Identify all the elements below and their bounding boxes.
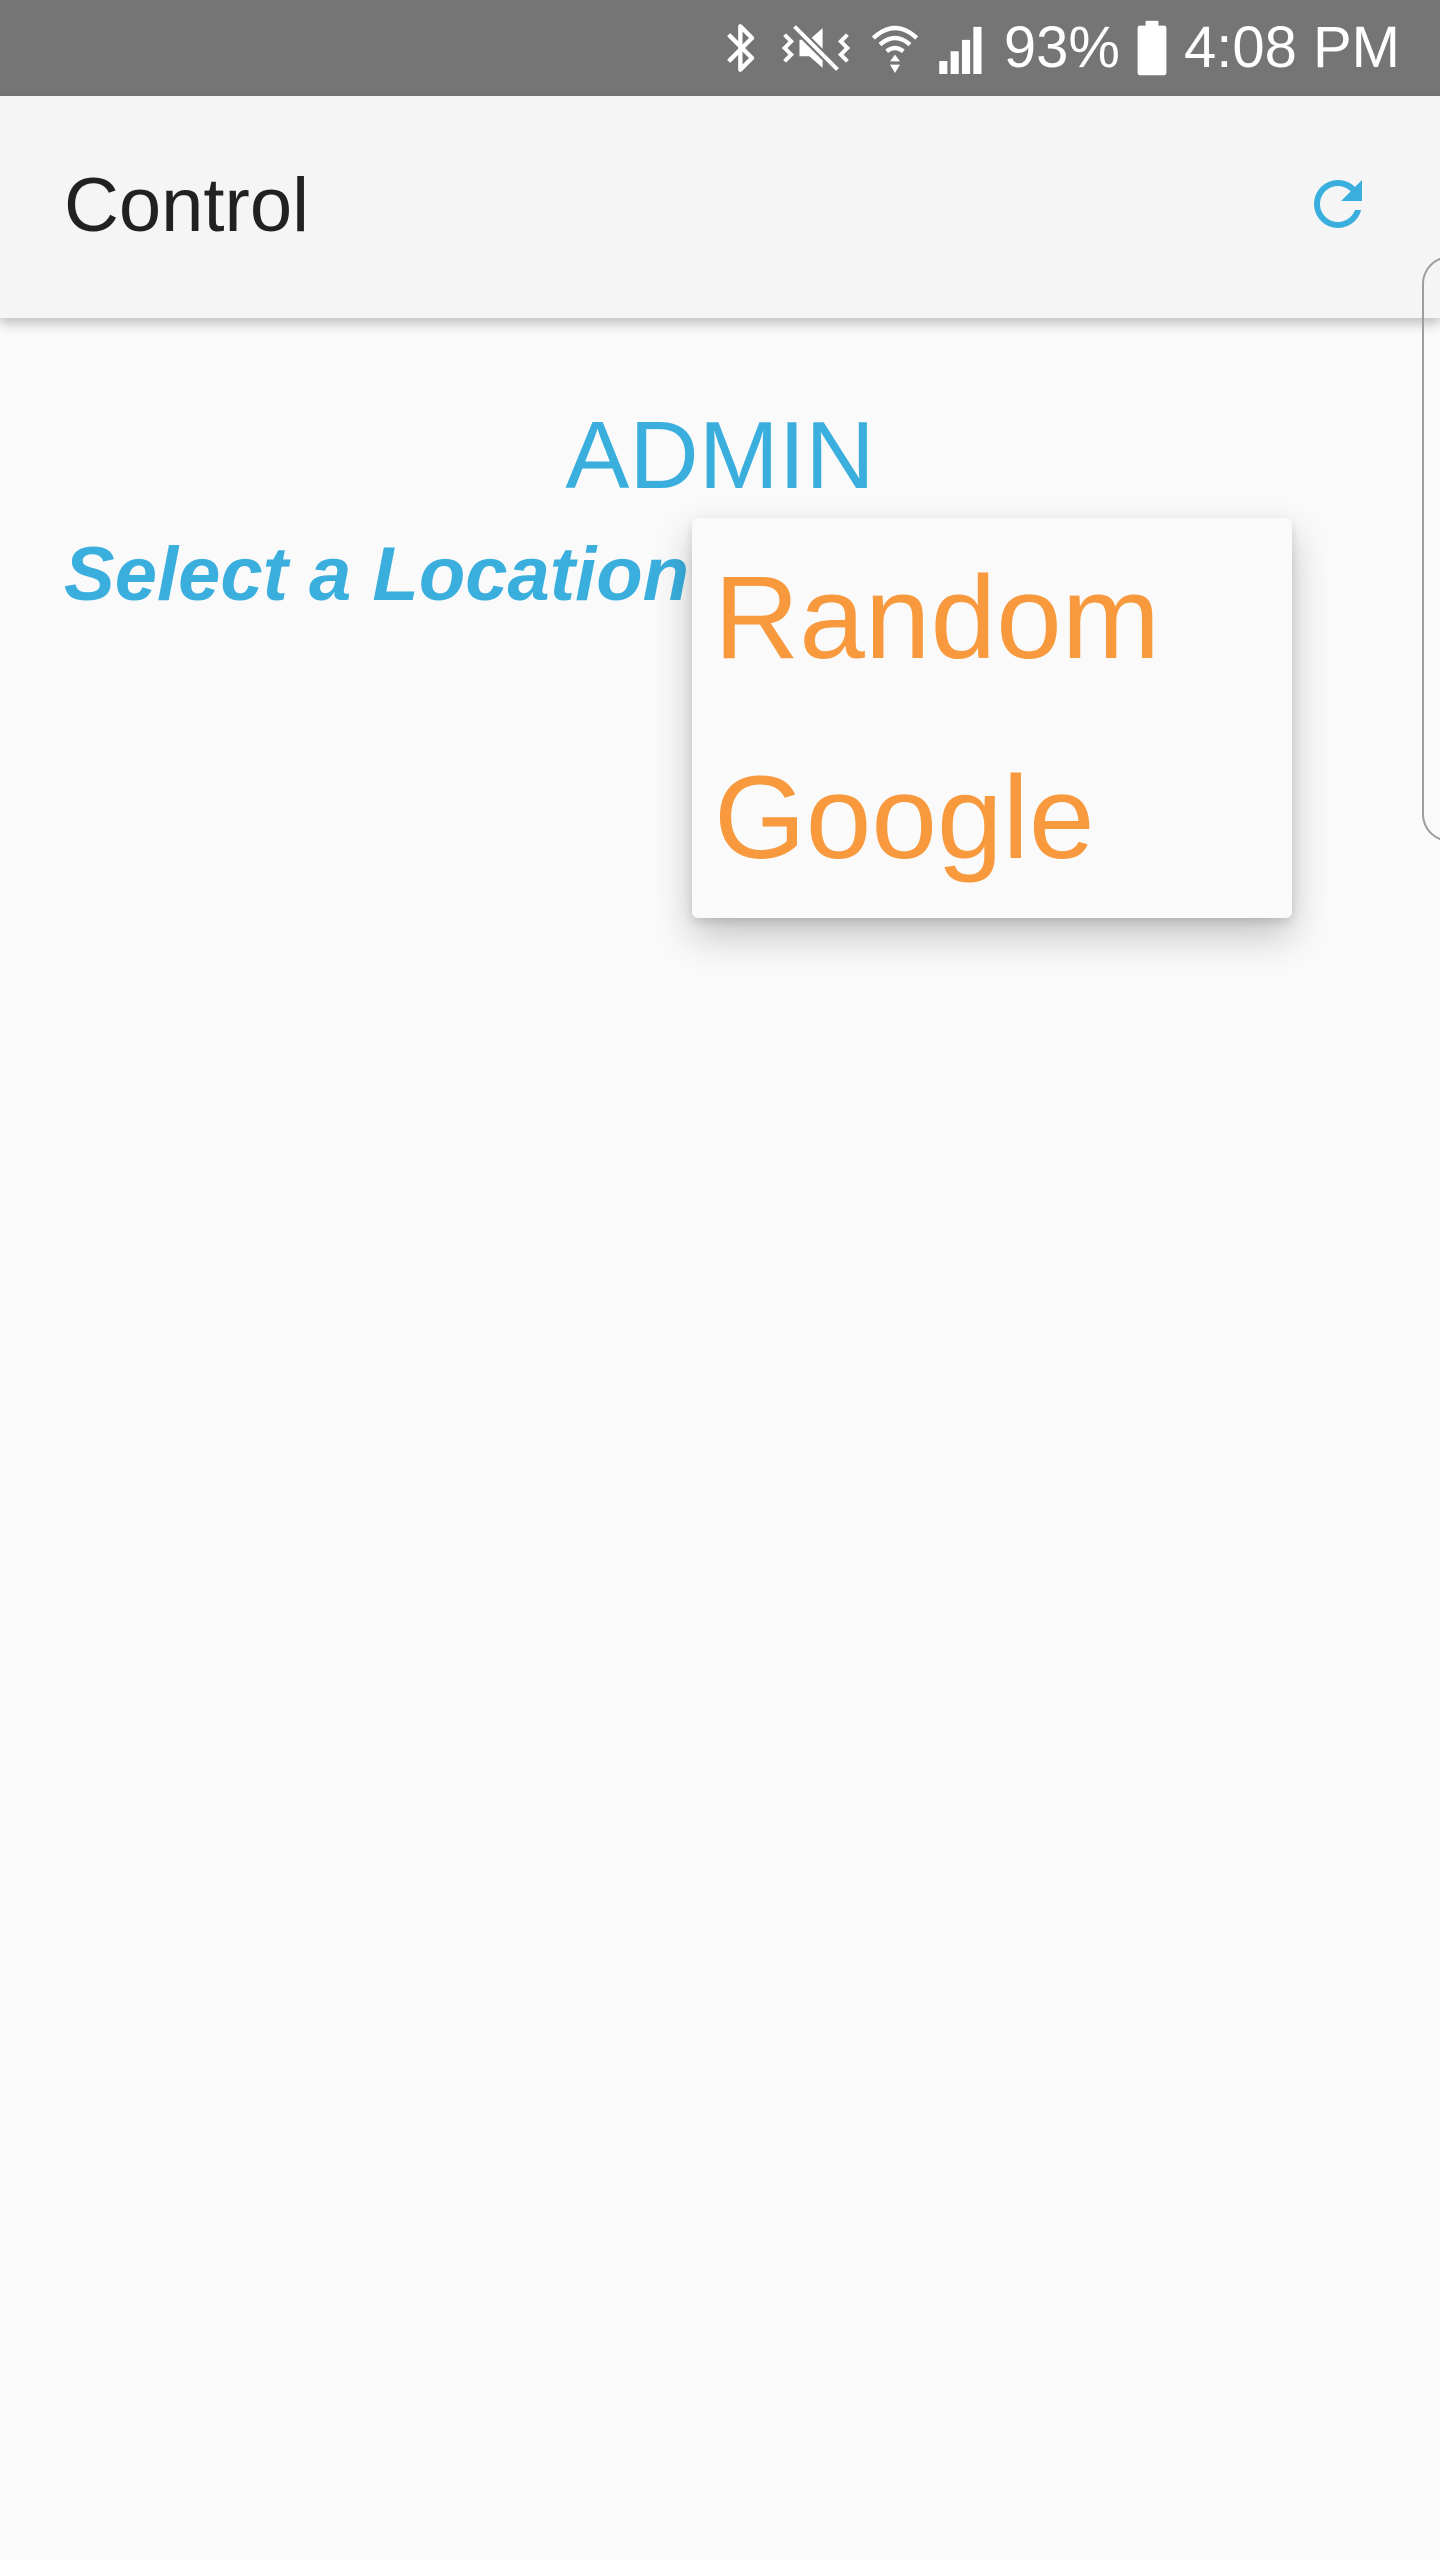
refresh-icon (1302, 168, 1374, 245)
dropdown-option-google[interactable]: Google (692, 718, 1292, 918)
edge-panel-handle[interactable] (1422, 256, 1440, 842)
signal-icon (936, 18, 988, 78)
wifi-icon (870, 18, 920, 78)
mute-vibrate-icon (778, 18, 854, 78)
dropdown-option-random[interactable]: Random (692, 518, 1292, 718)
app-bar: Control (0, 96, 1440, 318)
bluetooth-icon (722, 18, 762, 78)
status-time: 4:08 PM (1184, 15, 1400, 80)
role-label: ADMIN (565, 402, 875, 509)
status-bar: 93% 4:08 PM (0, 0, 1440, 96)
location-dropdown: Random Google (692, 518, 1292, 918)
refresh-button[interactable] (1290, 158, 1386, 254)
app-screen: 93% 4:08 PM Control ADMIN Select a Locat… (0, 0, 1440, 2560)
page-title: Control (64, 163, 309, 248)
status-icons: 93% 4:08 PM (722, 0, 1400, 96)
select-location-label: Select a Location (64, 532, 690, 617)
battery-icon (1136, 19, 1168, 77)
battery-percent: 93% (1003, 15, 1120, 80)
